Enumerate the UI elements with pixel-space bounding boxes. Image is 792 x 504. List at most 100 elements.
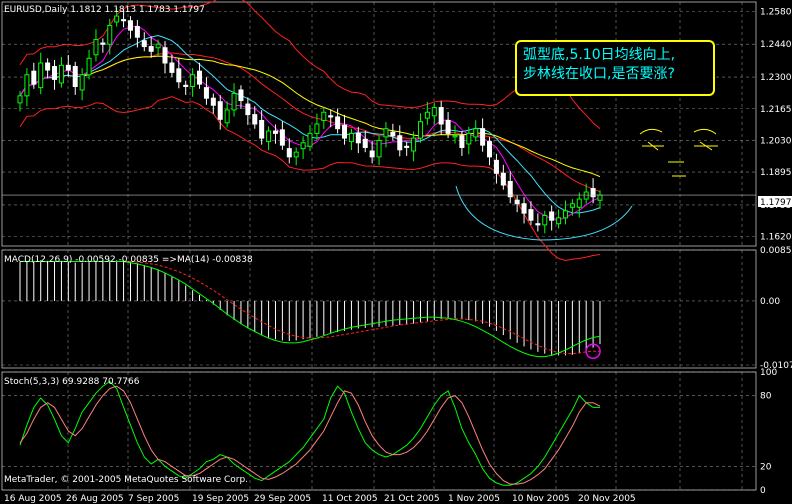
moving-averages xyxy=(19,25,601,221)
candle[interactable] xyxy=(24,68,30,107)
candle[interactable] xyxy=(424,101,430,125)
nose-mouth-shape xyxy=(668,161,686,177)
price-tick-label: 1.2300 xyxy=(760,73,792,83)
candle[interactable] xyxy=(107,18,113,55)
date-tick-label: 21 Oct 2005 xyxy=(384,494,440,504)
candle[interactable] xyxy=(307,124,313,151)
candle[interactable] xyxy=(245,97,251,125)
price-tick-label: 1.2580 xyxy=(760,7,792,17)
candle[interactable] xyxy=(493,153,499,184)
candle[interactable] xyxy=(203,77,209,105)
annotation-line-2: 步林线在收口,是否要涨? xyxy=(523,66,675,82)
date-tick-label: 26 Aug 2005 xyxy=(66,494,124,504)
stoch-tick-label: 20 xyxy=(760,462,772,472)
date-tick-label: 1 Nov 2005 xyxy=(448,494,500,504)
candle[interactable] xyxy=(500,164,506,190)
candle[interactable] xyxy=(183,80,189,95)
candle[interactable] xyxy=(549,205,555,231)
candle[interactable] xyxy=(348,128,354,151)
candle[interactable] xyxy=(266,126,272,151)
candle[interactable] xyxy=(376,135,382,166)
candle[interactable] xyxy=(169,54,175,78)
eyebrow-left-shape xyxy=(639,128,663,135)
annotation-box[interactable]: 弧型底,5.10日均线向上, 步林线在收口,是否要涨? xyxy=(515,40,715,96)
candle[interactable] xyxy=(45,58,51,79)
candle[interactable] xyxy=(480,118,486,152)
stoch-tick-label: 0 xyxy=(760,486,766,496)
candle[interactable] xyxy=(127,16,133,39)
candle[interactable] xyxy=(404,141,410,156)
candle[interactable] xyxy=(79,68,85,101)
bollinger-middle xyxy=(19,52,601,193)
candle[interactable] xyxy=(507,171,513,204)
candle[interactable] xyxy=(397,125,403,157)
candle[interactable] xyxy=(328,109,334,128)
annotation-line-1: 弧型底,5.10日均线向上, xyxy=(523,47,676,63)
candle[interactable] xyxy=(176,58,182,89)
candle[interactable] xyxy=(521,197,527,224)
eye-right-shape xyxy=(694,141,718,151)
current-price-label: 1.1797 xyxy=(760,198,792,208)
candle[interactable] xyxy=(438,101,444,135)
candlesticks[interactable] xyxy=(17,7,603,234)
candle[interactable] xyxy=(279,121,285,150)
date-tick-label: 7 Sep 2005 xyxy=(128,494,179,504)
macd-panel[interactable] xyxy=(19,260,601,359)
candle[interactable] xyxy=(38,52,44,95)
candle[interactable] xyxy=(487,136,493,166)
candle[interactable] xyxy=(210,93,216,114)
candle[interactable] xyxy=(52,59,58,90)
candle[interactable] xyxy=(431,102,437,125)
price-tick-label: 1.2440 xyxy=(760,40,792,50)
candle[interactable] xyxy=(514,195,520,213)
candle[interactable] xyxy=(576,192,582,218)
candle[interactable] xyxy=(417,113,423,143)
copyright-text: MetaTrader, © 2001-2005 MetaQuotes Softw… xyxy=(4,475,248,485)
candle[interactable] xyxy=(556,209,562,229)
candle[interactable] xyxy=(162,41,168,74)
macd-axis: 0.008520.00-0.0107 xyxy=(760,246,792,371)
candle[interactable] xyxy=(197,62,203,89)
candle[interactable] xyxy=(100,38,106,53)
date-tick-label: 10 Nov 2005 xyxy=(512,494,570,504)
date-tick-label: 16 Aug 2005 xyxy=(4,494,62,504)
stoch-tick-label: 100 xyxy=(760,368,777,378)
date-tick-label: 20 Nov 2005 xyxy=(578,494,636,504)
candle[interactable] xyxy=(411,131,417,162)
candle[interactable] xyxy=(65,55,71,77)
price-tick-label: 1.1620 xyxy=(760,233,792,243)
candle[interactable] xyxy=(231,83,237,117)
macd-histogram xyxy=(19,260,601,356)
candle[interactable] xyxy=(141,32,147,52)
price-tick-label: 1.2030 xyxy=(760,136,792,146)
rounding-bottom-arc xyxy=(455,185,633,241)
candle[interactable] xyxy=(293,147,299,166)
candle[interactable] xyxy=(473,120,479,142)
date-axis: 16 Aug 2005 26 Aug 2005 7 Sep 2005 19 Sep 2… xyxy=(4,494,636,504)
candle[interactable] xyxy=(134,20,140,48)
candle[interactable] xyxy=(148,36,154,58)
candle[interactable] xyxy=(362,130,368,153)
candle[interactable] xyxy=(300,136,306,159)
candle[interactable] xyxy=(190,68,196,97)
candle[interactable] xyxy=(535,213,541,232)
eyebrow-right-shape xyxy=(693,128,717,135)
candle[interactable] xyxy=(286,138,292,164)
candle[interactable] xyxy=(224,101,230,128)
macd-tick-label: 0.00 xyxy=(760,297,780,307)
candle[interactable] xyxy=(445,112,451,139)
arc-curve xyxy=(455,185,633,241)
candle[interactable] xyxy=(597,190,603,209)
price-panel-header: EURUSD,Daily 1.1812 1.1813 1.1783 1.1797 xyxy=(4,5,205,15)
candle[interactable] xyxy=(93,29,99,62)
stochastic-lines xyxy=(19,380,601,486)
candle[interactable] xyxy=(321,107,327,129)
stochastic-panel[interactable] xyxy=(19,380,601,486)
candle[interactable] xyxy=(86,49,92,80)
candle[interactable] xyxy=(562,200,568,225)
eye-left-shape xyxy=(642,141,664,151)
candle[interactable] xyxy=(58,56,64,88)
stoch-panel-header: Stoch(5,3,3) 69.9288 70.7766 xyxy=(4,377,140,387)
candle[interactable] xyxy=(72,61,78,95)
price-tick-label: 1.1895 xyxy=(760,168,792,178)
